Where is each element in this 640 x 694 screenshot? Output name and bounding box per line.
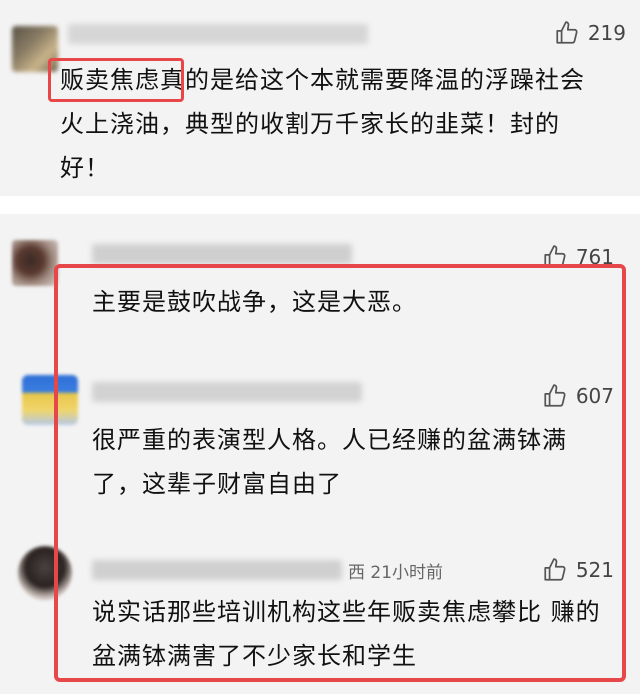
blurred-username [68,24,368,44]
like-count: 219 [587,21,626,45]
highlight-annotation-box [48,58,184,102]
highlight-annotation-frame [54,264,626,682]
avatar[interactable] [12,240,58,286]
blurred-username [92,244,352,264]
thumbs-up-icon [556,21,578,44]
like-button[interactable]: 219 [554,20,626,46]
